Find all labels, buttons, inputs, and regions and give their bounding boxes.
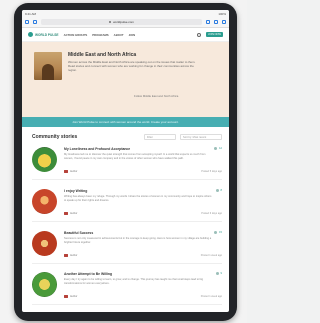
story-author-name: Author: [70, 170, 78, 173]
author-flag-icon: [64, 170, 68, 173]
story-likes[interactable]: 9: [215, 272, 222, 275]
heart-icon: [214, 231, 218, 234]
heart-icon: [215, 272, 219, 275]
sort-label: Sort by: Most recent: [183, 135, 207, 139]
story-author-name: Author: [70, 212, 78, 215]
story-thumbnail: [32, 189, 57, 214]
story-author[interactable]: Author: [64, 170, 77, 173]
nav-item-programs[interactable]: PROGRAMS: [92, 33, 108, 37]
story-likes[interactable]: 15: [214, 231, 222, 234]
story-date: Posted 5 days ago: [201, 170, 222, 173]
story-author[interactable]: Author: [64, 295, 77, 298]
story-title[interactable]: I enjoy Writing: [64, 189, 87, 193]
story-author-name: Author: [70, 254, 78, 257]
tabs-icon[interactable]: [222, 20, 226, 24]
address-bar[interactable]: worldpulse.com: [41, 19, 202, 25]
status-battery: 100%: [218, 11, 226, 16]
story-likes[interactable]: 8: [215, 189, 222, 192]
lock-icon: [109, 20, 112, 24]
stories-header: Community stories Filter Sort by: Most r…: [32, 133, 222, 141]
region-hero: Middle East and North Africa Women acros…: [22, 42, 229, 117]
author-flag-icon: [64, 212, 68, 215]
author-flag-icon: [64, 295, 68, 298]
nav-item-action-groups[interactable]: ACTION GROUPS: [64, 33, 88, 37]
story-title[interactable]: My Loneliness and Profound Acceptance: [64, 147, 130, 151]
story-likes-count: 12: [219, 147, 222, 150]
logo-text: WORLD PULSE: [35, 32, 59, 37]
story-excerpt: Every day I try again to be willing to l…: [64, 278, 204, 285]
arch-shape: [42, 64, 54, 80]
join-now-button[interactable]: JOIN NOW: [206, 32, 223, 37]
story-item[interactable]: My Loneliness and Profound Acceptance 12…: [32, 144, 222, 180]
site-logo[interactable]: WORLD PULSE: [28, 32, 59, 37]
story-likes-count: 15: [219, 231, 222, 234]
author-flag-icon: [64, 254, 68, 257]
region-image: [34, 52, 62, 80]
story-title[interactable]: Beautiful Success: [64, 231, 93, 235]
story-date: Posted 1 week ago: [200, 295, 222, 298]
region-description: Women across the Middle East and North A…: [68, 60, 196, 72]
browser-toolbar: worldpulse.com: [22, 17, 229, 28]
story-likes-count: 8: [220, 189, 222, 192]
new-tab-icon[interactable]: [214, 20, 218, 24]
story-author[interactable]: Author: [64, 254, 77, 257]
region-title: Middle East and North Africa: [68, 52, 137, 58]
story-excerpt: Writing has always been my refuge. Throu…: [64, 195, 212, 202]
nav-item-about[interactable]: ABOUT: [114, 33, 124, 37]
url-text: worldpulse.com: [113, 20, 134, 24]
follow-region-link[interactable]: Follow Middle East and North Africa: [134, 94, 178, 98]
story-title[interactable]: Another Attempt to Be Willing: [64, 272, 112, 276]
status-time: 9:41 AM: [25, 11, 37, 16]
story-excerpt: My loneliness led me to discover the qui…: [64, 153, 206, 160]
share-icon[interactable]: [206, 20, 210, 24]
filter-placeholder: Filter: [147, 135, 153, 139]
heart-icon: [215, 189, 219, 192]
stories-title: Community stories: [32, 134, 78, 140]
heart-icon: [214, 147, 218, 150]
story-thumbnail: [32, 272, 57, 297]
story-author[interactable]: Author: [64, 212, 77, 215]
story-date: Posted 6 days ago: [201, 212, 222, 215]
filter-input[interactable]: Filter: [144, 134, 176, 140]
join-banner[interactable]: Join World Pulse to connect with women a…: [22, 117, 229, 127]
story-likes-count: 9: [220, 272, 222, 275]
sort-select[interactable]: Sort by: Most recent: [180, 134, 222, 140]
sidebar-icon[interactable]: [25, 20, 29, 24]
logo-icon: [28, 32, 33, 37]
tablet-screen: 9:41 AM 100% worldpulse.com WORLD PULSE …: [22, 10, 229, 312]
story-date: Posted 1 week ago: [200, 254, 222, 257]
story-item[interactable]: Beautiful Success 15 Success is not only…: [32, 228, 222, 264]
story-author-name: Author: [70, 295, 78, 298]
site-nav: WORLD PULSE ACTION GROUPS PROGRAMS ABOUT…: [22, 28, 229, 42]
status-bar: 9:41 AM 100%: [22, 10, 229, 17]
back-icon[interactable]: [33, 20, 37, 24]
search-icon[interactable]: [197, 32, 202, 37]
story-item[interactable]: Another Attempt to Be Willing 9 Every da…: [32, 269, 222, 305]
join-banner-text: Join World Pulse to connect with women a…: [72, 120, 179, 124]
story-excerpt: Success is not only measured in achievem…: [64, 237, 212, 244]
story-thumbnail: [32, 231, 57, 256]
story-thumbnail: [32, 147, 57, 172]
story-item[interactable]: I enjoy Writing 8 Writing has always bee…: [32, 186, 222, 222]
story-likes[interactable]: 12: [214, 147, 222, 150]
nav-item-join[interactable]: JOIN: [129, 33, 136, 37]
